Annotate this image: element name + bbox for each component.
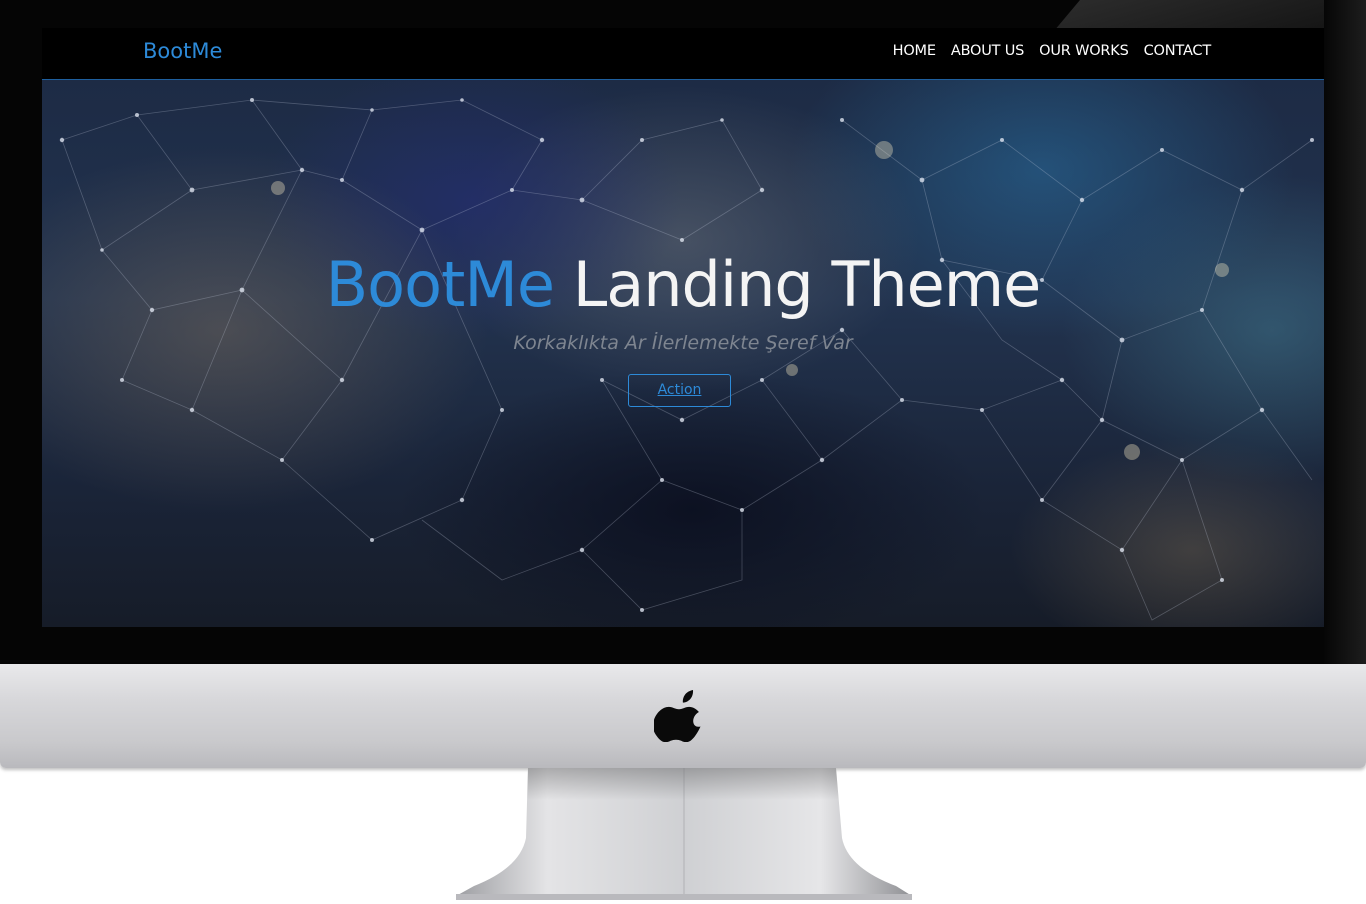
monitor-bezel: BootMe HOME ABOUT US OUR WORKS CONTACT B…: [0, 0, 1366, 664]
hero-subtitle: Korkaklıkta Ar İlerlemekte Şeref Var: [513, 332, 853, 354]
monitor-stand: [456, 768, 912, 900]
site-navbar: BootMe HOME ABOUT US OUR WORKS CONTACT: [42, 28, 1324, 80]
bezel-edge: [1324, 0, 1366, 664]
nav-item-contact[interactable]: CONTACT: [1144, 43, 1212, 59]
hero-section: BootMe Landing Theme Korkaklıkta Ar İler…: [42, 80, 1324, 627]
hero-title-accent: BootMe: [325, 248, 555, 321]
apple-logo-icon: [654, 690, 701, 742]
action-button[interactable]: Action: [628, 374, 731, 407]
hero-title: BootMe Landing Theme: [42, 248, 1324, 321]
nav-item-home[interactable]: HOME: [893, 43, 936, 59]
monitor-screen: BootMe HOME ABOUT US OUR WORKS CONTACT B…: [42, 28, 1324, 627]
nav-menu: HOME ABOUT US OUR WORKS CONTACT: [893, 43, 1212, 59]
nav-item-about-us[interactable]: ABOUT US: [951, 43, 1025, 59]
nav-item-our-works[interactable]: OUR WORKS: [1039, 43, 1129, 59]
hero-title-rest: Landing Theme: [554, 248, 1042, 321]
brand-logo-link[interactable]: BootMe: [143, 39, 222, 63]
